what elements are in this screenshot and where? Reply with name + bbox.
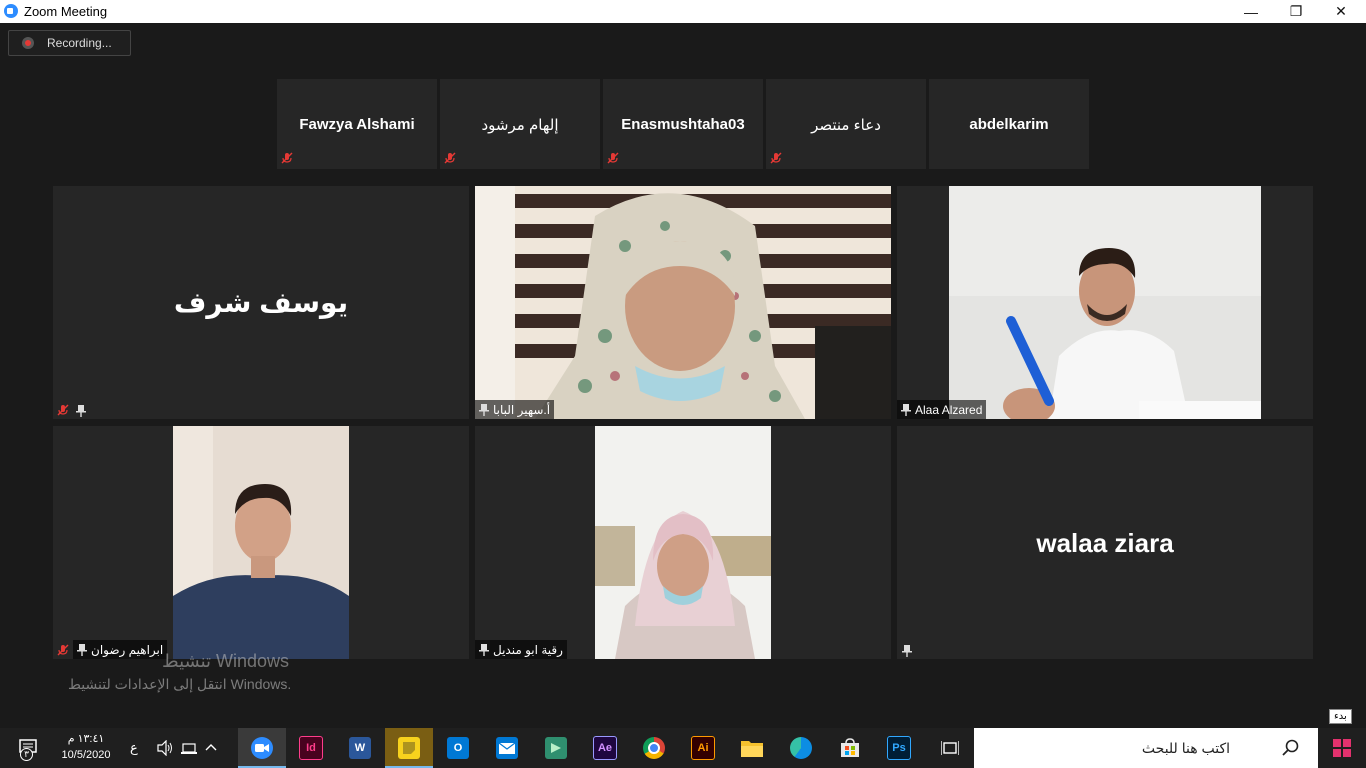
pin-icon [479, 403, 489, 416]
restore-button[interactable]: ❐ [1273, 0, 1319, 23]
taskbar-outlook[interactable]: O [434, 728, 482, 768]
taskbar-after-effects[interactable]: Ae [581, 728, 629, 768]
taskbar-chrome[interactable] [630, 728, 678, 768]
participant-name-bar: رقية ابو منديل [475, 640, 567, 659]
pin-icon [902, 644, 912, 657]
activation-watermark-text: انتقل إلى الإعدادات لتنشيط Windows. [68, 676, 292, 692]
participant-thumbnail[interactable]: إلهام مرشود [440, 79, 600, 169]
video-tile-alaa[interactable]: Alaa Alzared [897, 186, 1313, 419]
taskbar-sticky-notes[interactable] [385, 728, 433, 768]
zoom-icon [4, 4, 18, 18]
network-icon[interactable] [180, 740, 198, 761]
video-tile-yousef[interactable]: يوسف شرف [53, 186, 469, 419]
window-title: Zoom Meeting [24, 4, 108, 19]
taskbar-illustrator[interactable]: Ai [679, 728, 727, 768]
participant-name: إلهام مرشود [481, 117, 559, 134]
taskbar-search-box[interactable]: اكتب هنا للبحث [974, 728, 1318, 768]
indesign-icon: Id [299, 736, 323, 760]
illustrator-icon: Ai [691, 736, 715, 760]
participant-video [949, 186, 1261, 419]
recording-indicator[interactable]: Recording... [8, 30, 131, 56]
muted-mic-icon [57, 404, 69, 416]
participant-name: Alaa Alzared [915, 402, 983, 417]
participant-name: أ.سهير البابا [493, 402, 551, 417]
pin-icon [901, 403, 911, 416]
after-effects-icon: Ae [593, 736, 617, 760]
task-view-icon [941, 741, 959, 755]
title-bar: Zoom Meeting — ❐ ✕ [0, 0, 1366, 23]
filmora-icon [545, 737, 567, 759]
participant-display-name: walaa ziara [1036, 528, 1174, 558]
muted-mic-icon [281, 152, 293, 164]
clock-time: ١٣:٤١ م [67, 733, 105, 745]
pin-icon [479, 643, 489, 656]
sticky-notes-icon [398, 737, 420, 759]
participant-name: Fawzya Alshami [299, 116, 415, 133]
muted-mic-icon [607, 152, 619, 164]
zoom-app-icon [251, 737, 273, 759]
close-button[interactable]: ✕ [1318, 0, 1364, 23]
search-placeholder: اكتب هنا للبحث [1141, 740, 1230, 756]
task-view-button[interactable] [926, 728, 974, 768]
participant-thumbnail[interactable]: abdelkarim [929, 79, 1089, 169]
record-icon [22, 37, 34, 49]
participant-thumbnail[interactable]: Fawzya Alshami [277, 79, 437, 169]
search-icon [1282, 739, 1300, 762]
taskbar-filmora[interactable] [532, 728, 580, 768]
volume-icon[interactable] [156, 739, 174, 761]
outlook-icon: O [447, 737, 469, 759]
pin-icon [77, 643, 87, 656]
muted-mic-icon [770, 152, 782, 164]
chrome-icon [643, 737, 665, 759]
participant-name-bar: Alaa Alzared [897, 400, 987, 419]
folder-icon [741, 737, 763, 759]
participant-name: Enasmushtaha03 [621, 116, 745, 133]
store-icon [839, 737, 861, 759]
pin-icon [76, 404, 86, 417]
chevron-up-icon[interactable] [204, 740, 218, 761]
participant-name-bar: أ.سهير البابا [475, 400, 555, 419]
windows-logo-icon [1333, 739, 1351, 757]
notification-badge: ٣ [20, 748, 33, 761]
participant-name: abdelkarim [969, 116, 1049, 133]
muted-mic-icon [57, 644, 69, 656]
action-center-button[interactable]: ٣ [8, 728, 48, 768]
participant-video [173, 426, 349, 659]
video-tile-ibrahim[interactable]: ابراهيم رضوان [53, 426, 469, 659]
video-tile-suhair[interactable]: أ.سهير البابا [475, 186, 891, 419]
word-icon: W [349, 737, 371, 759]
participant-name: ابراهيم رضوان [91, 642, 164, 657]
participant-display-name: يوسف شرف [173, 287, 349, 318]
taskbar-zoom[interactable] [238, 728, 286, 768]
taskbar-word[interactable]: W [336, 728, 384, 768]
input-language[interactable]: ع [130, 740, 138, 756]
taskbar-photoshop[interactable]: Ps [875, 728, 923, 768]
clock-date: 10/5/2020 [61, 749, 111, 761]
photoshop-icon: Ps [887, 736, 911, 760]
activation-watermark-title: تنشيط Windows [162, 651, 290, 671]
edge-icon [790, 737, 812, 759]
participant-name-bar: ابراهيم رضوان [73, 640, 168, 659]
participant-name: دعاء منتصر [811, 117, 881, 134]
taskbar-indesign[interactable]: Id [287, 728, 335, 768]
taskbar-mail[interactable] [483, 728, 531, 768]
participant-name: رقية ابو منديل [493, 642, 563, 657]
video-tile-ruqaya[interactable]: رقية ابو منديل [475, 426, 891, 659]
video-tile-walaa[interactable]: walaa ziara [897, 426, 1313, 659]
taskbar-edge[interactable] [777, 728, 825, 768]
taskbar-file-explorer[interactable] [728, 728, 776, 768]
start-tooltip: بدء [1329, 709, 1352, 724]
participant-video [475, 186, 891, 419]
muted-mic-icon [444, 152, 456, 164]
recording-label: Recording... [47, 36, 112, 50]
taskbar: ٣ ١٣:٤١ م 10/5/2020 ع Id W O Ae Ai Ps اك… [0, 728, 1366, 768]
clock[interactable]: ١٣:٤١ م 10/5/2020 [56, 731, 116, 763]
minimize-button[interactable]: — [1228, 0, 1274, 23]
participant-thumbnail[interactable]: دعاء منتصر [766, 79, 926, 169]
participant-thumbnail[interactable]: Enasmushtaha03 [603, 79, 763, 169]
mail-icon [496, 737, 518, 759]
participant-video [595, 426, 771, 659]
start-button[interactable] [1318, 728, 1366, 768]
taskbar-store[interactable] [826, 728, 874, 768]
